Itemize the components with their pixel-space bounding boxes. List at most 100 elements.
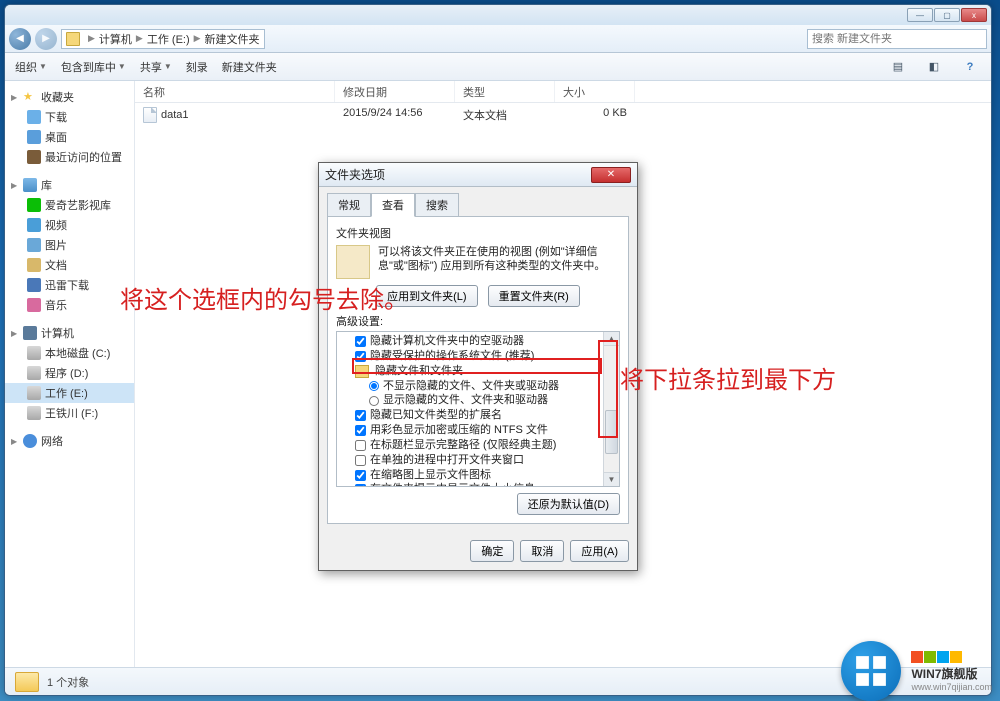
close-button[interactable]: x	[961, 8, 987, 22]
breadcrumb-item[interactable]: 计算机	[99, 31, 132, 47]
cancel-button[interactable]: 取消	[520, 540, 564, 562]
apply-to-folders-button[interactable]: 应用到文件夹(L)	[376, 285, 477, 307]
breadcrumb-item[interactable]: 工作 (E:)	[147, 31, 190, 47]
sidebar-item-disk-e[interactable]: 工作 (E:)	[5, 383, 134, 403]
maximize-button[interactable]: ▢	[934, 8, 960, 22]
file-row[interactable]: data1 2015/9/24 14:56 文本文档 0 KB	[135, 103, 991, 127]
sidebar-group-favorites[interactable]: ▶★收藏夹	[5, 87, 134, 107]
apply-button[interactable]: 应用(A)	[570, 540, 629, 562]
desktop-icon	[27, 130, 41, 144]
adv-checkbox-item[interactable]: 在文件夹提示中显示文件大小信息	[341, 482, 599, 486]
radio[interactable]	[369, 396, 379, 406]
checkbox[interactable]	[355, 440, 366, 451]
checkbox[interactable]	[355, 336, 366, 347]
help-button[interactable]: ?	[959, 58, 981, 76]
col-date[interactable]: 修改日期	[335, 81, 455, 102]
checkbox[interactable]	[355, 351, 366, 362]
adv-radio-item[interactable]: 不显示隐藏的文件、文件夹或驱动器	[341, 379, 599, 394]
adv-checkbox-item[interactable]: 在缩略图上显示文件图标	[341, 468, 599, 483]
preview-pane-button[interactable]: ◧	[923, 58, 945, 76]
adv-radio-item[interactable]: 显示隐藏的文件、文件夹和驱动器	[341, 393, 599, 408]
star-icon: ★	[23, 90, 37, 104]
advanced-list[interactable]: 隐藏计算机文件夹中的空驱动器 隐藏受保护的操作系统文件 (推荐) 隐藏文件和文件…	[337, 332, 603, 486]
adv-checkbox-item[interactable]: 在标题栏显示完整路径 (仅限经典主题)	[341, 438, 599, 453]
checkbox[interactable]	[355, 484, 366, 486]
adv-checkbox-item[interactable]: 隐藏计算机文件夹中的空驱动器	[341, 334, 599, 349]
new-folder-button[interactable]: 新建文件夹	[222, 59, 277, 75]
chevron-right-icon: ▶	[136, 33, 143, 44]
breadcrumb-item[interactable]: 新建文件夹	[205, 31, 260, 47]
adv-folder-item[interactable]: 隐藏文件和文件夹	[341, 364, 599, 379]
minimize-button[interactable]: —	[907, 8, 933, 22]
dialog-close-button[interactable]: ✕	[591, 167, 631, 183]
sidebar-item-desktop[interactable]: 桌面	[5, 127, 134, 147]
sidebar-item-recent[interactable]: 最近访问的位置	[5, 147, 134, 167]
video-icon	[27, 218, 41, 232]
tab-general[interactable]: 常规	[327, 193, 371, 217]
tab-search[interactable]: 搜索	[415, 193, 459, 217]
disk-icon	[27, 346, 41, 360]
scroll-up-button[interactable]: ▲	[604, 332, 619, 346]
sidebar-group-library[interactable]: ▶库	[5, 175, 134, 195]
sidebar-item-xunlei[interactable]: 迅雷下载	[5, 275, 134, 295]
sidebar-item-documents[interactable]: 文档	[5, 255, 134, 275]
sidebar-item-music[interactable]: 音乐	[5, 295, 134, 315]
reset-folders-button[interactable]: 重置文件夹(R)	[488, 285, 580, 307]
tab-view[interactable]: 查看	[371, 193, 415, 217]
checkbox[interactable]	[355, 410, 366, 421]
adv-checkbox-item[interactable]: 用彩色显示加密或压缩的 NTFS 文件	[341, 423, 599, 438]
scroll-down-button[interactable]: ▼	[604, 472, 619, 486]
scroll-thumb[interactable]	[605, 410, 618, 454]
back-button[interactable]: ◀	[9, 28, 31, 50]
file-size: 0 KB	[555, 105, 635, 125]
share-menu[interactable]: 共享▼	[140, 59, 172, 75]
forward-button[interactable]: ▶	[35, 28, 57, 50]
file-type: 文本文档	[455, 105, 555, 125]
xunlei-icon	[27, 278, 41, 292]
sidebar-group-network[interactable]: ▶网络	[5, 431, 134, 451]
view-mode-button[interactable]: ▤	[887, 58, 909, 76]
windows-logo-icon	[841, 641, 901, 701]
sidebar-item-disk-f[interactable]: 王铁川 (F:)	[5, 403, 134, 423]
sidebar-item-disk-d[interactable]: 程序 (D:)	[5, 363, 134, 383]
search-input[interactable]	[812, 33, 982, 45]
picture-icon	[27, 238, 41, 252]
watermark-url: www.win7qijian.com	[911, 682, 992, 692]
sidebar-item-video[interactable]: 视频	[5, 215, 134, 235]
file-icon	[143, 107, 157, 123]
checkbox[interactable]	[355, 470, 366, 481]
organize-menu[interactable]: 组织▼	[15, 59, 47, 75]
computer-icon	[23, 326, 37, 340]
status-text: 1 个对象	[47, 674, 89, 690]
checkbox[interactable]	[355, 455, 366, 466]
radio[interactable]	[369, 381, 379, 391]
scrollbar[interactable]: ▲ ▼	[603, 332, 619, 486]
music-icon	[27, 298, 41, 312]
breadcrumb[interactable]: ▶ 计算机 ▶ 工作 (E:) ▶ 新建文件夹	[61, 29, 265, 49]
sidebar-item-downloads[interactable]: 下载	[5, 107, 134, 127]
adv-checkbox-item[interactable]: 隐藏受保护的操作系统文件 (推荐)	[341, 349, 599, 364]
sidebar-item-pictures[interactable]: 图片	[5, 235, 134, 255]
tab-panel-view: 文件夹视图 可以将该文件夹正在使用的视图 (例如"详细信息"或"图标") 应用到…	[327, 216, 629, 524]
search-box[interactable]	[807, 29, 987, 49]
burn-button[interactable]: 刻录	[186, 59, 208, 75]
include-library-menu[interactable]: 包含到库中▼	[61, 59, 126, 75]
ok-button[interactable]: 确定	[470, 540, 514, 562]
sidebar-group-computer[interactable]: ▶计算机	[5, 323, 134, 343]
folder-options-dialog: 文件夹选项 ✕ 常规 查看 搜索 文件夹视图 可以将该文件夹正在使用的视图 (例…	[318, 162, 638, 571]
restore-defaults-button[interactable]: 还原为默认值(D)	[517, 493, 620, 515]
adv-checkbox-item[interactable]: 在单独的进程中打开文件夹窗口	[341, 453, 599, 468]
col-type[interactable]: 类型	[455, 81, 555, 102]
toolbar: 组织▼ 包含到库中▼ 共享▼ 刻录 新建文件夹 ▤ ◧ ?	[5, 53, 991, 81]
column-headers: 名称 修改日期 类型 大小	[135, 81, 991, 103]
chevron-right-icon: ▶	[88, 33, 95, 44]
watermark: WIN7旗舰版 www.win7qijian.com	[841, 641, 1000, 701]
library-icon	[23, 178, 37, 192]
checkbox[interactable]	[355, 425, 366, 436]
sidebar-item-disk-c[interactable]: 本地磁盘 (C:)	[5, 343, 134, 363]
sidebar-item-iqiyi[interactable]: 爱奇艺影视库	[5, 195, 134, 215]
col-size[interactable]: 大小	[555, 81, 635, 102]
dialog-footer: 确定 取消 应用(A)	[319, 532, 637, 570]
adv-checkbox-hide-ext[interactable]: 隐藏已知文件类型的扩展名	[341, 408, 599, 423]
col-name[interactable]: 名称	[135, 81, 335, 102]
